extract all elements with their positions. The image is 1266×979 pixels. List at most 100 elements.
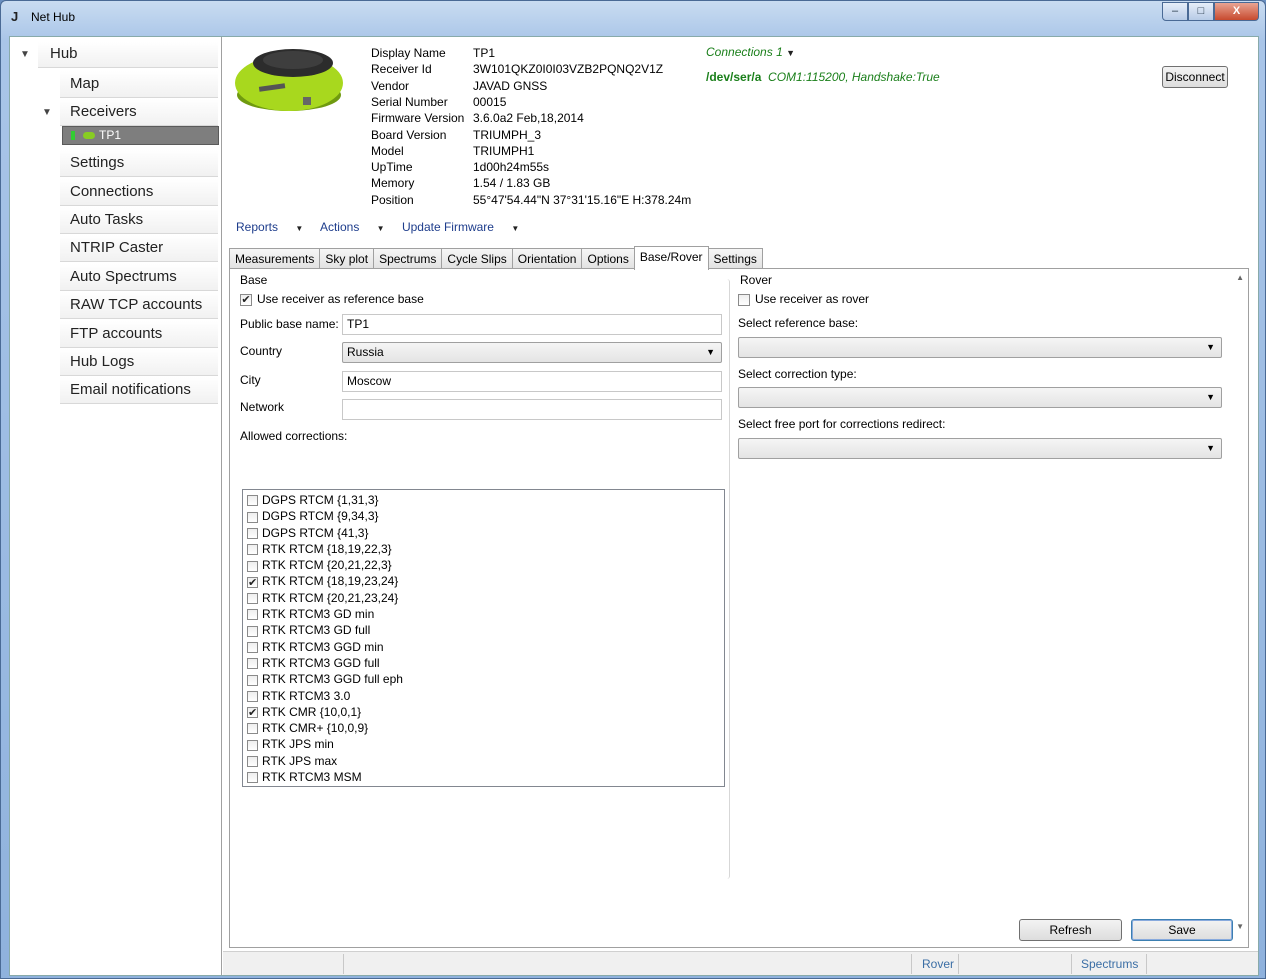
correction-checkbox[interactable] [247,560,258,572]
tab-measurements[interactable]: Measurements [229,248,321,270]
correction-checkbox[interactable] [247,625,258,637]
country-select[interactable]: Russia ▼ [342,342,722,363]
info-label: UpTime [371,160,413,175]
expand-receivers-icon[interactable]: ▼ [42,107,52,118]
connections-dropdown[interactable]: Connections 1 ▼ [706,45,795,59]
list-item[interactable]: DGPS RTCM {1,31,3} [247,492,724,508]
nav-item-auto-spectrums[interactable]: Auto Spectrums [60,264,218,291]
list-item[interactable]: DGPS RTCM {9,34,3} [247,508,724,524]
scroll-down-icon[interactable]: ▼ [1236,922,1244,931]
update-firmware-menu[interactable]: Update Firmware ▼ [402,220,519,234]
receiver-image [235,49,343,111]
minimize-button[interactable]: – [1162,2,1188,21]
disconnect-button[interactable]: Disconnect [1162,66,1228,88]
public-name-input[interactable]: TP1 [342,314,722,335]
tab-spectrums[interactable]: Spectrums [373,248,443,270]
status-rover[interactable]: Rover [922,957,954,971]
use-as-rover-checkbox[interactable] [738,293,750,306]
list-item[interactable]: ✔ RTK CMR {10,0,1} [247,704,724,720]
correction-checkbox[interactable] [247,511,258,523]
correction-checkbox[interactable]: ✔ [247,707,258,719]
list-item[interactable]: RTK RTCM {20,21,23,24} [247,590,724,606]
redirect-port-select[interactable]: ▼ [738,438,1222,459]
correction-checkbox[interactable] [247,690,258,702]
close-button[interactable]: X [1214,2,1259,21]
info-label: Vendor [371,78,410,93]
actions-menu[interactable]: Actions ▼ [320,220,385,234]
nav-item-ftp-accounts[interactable]: FTP accounts [60,321,218,348]
list-item[interactable]: RTK RTCM3 GGD full [247,655,724,671]
list-item[interactable]: RTK RTCM3 GD full [247,622,724,638]
correction-checkbox[interactable] [247,739,258,751]
correction-checkbox[interactable] [247,527,258,539]
country-label: Country [240,344,283,358]
correction-label: RTK RTCM3 GD min [262,607,375,622]
list-item[interactable]: RTK RTCM3 3.0 [247,688,724,704]
use-as-base-option[interactable]: ✔ Use receiver as reference base [240,292,424,306]
list-item[interactable]: RTK RTCM3 GGD min [247,639,724,655]
list-item[interactable]: RTK RTCM3 GGD full eph [247,671,724,687]
nav-item-receivers[interactable]: Receivers [60,99,218,126]
status-spectrums[interactable]: Spectrums [1081,957,1138,971]
public-name-label: Public base name: [240,317,339,331]
correction-label: RTK RTCM3 GGD full eph [262,672,403,687]
list-item[interactable]: ✔ RTK RTCM {18,19,23,24} [247,573,724,589]
reports-menu[interactable]: Reports ▼ [236,220,303,234]
client-area: ▼ Hub Map ▼ Receivers ▶ TP1 Settings Con… [9,36,1259,976]
allowed-corrections-label: Allowed corrections: [240,429,348,443]
correction-label: RTK RTCM {20,21,23,24} [262,590,399,605]
correction-checkbox[interactable]: ✔ [247,576,258,588]
list-item[interactable]: RTK CMR+ {10,0,9} [247,720,724,736]
nav-item-receiver-tp1[interactable]: TP1 [62,126,219,145]
use-as-base-checkbox[interactable]: ✔ [240,293,252,306]
correction-checkbox[interactable] [247,642,258,653]
nav-hub[interactable]: Hub [38,42,218,68]
country-value: Russia [347,345,384,359]
tab-cycle-slips[interactable]: Cycle Slips [441,248,513,270]
tab-base-rover[interactable]: Base/Rover [633,246,709,270]
refresh-button[interactable]: Refresh [1019,919,1122,941]
maximize-button[interactable]: □ [1188,2,1214,21]
update-firmware-menu-label: Update Firmware [401,220,494,234]
tab-orientation[interactable]: Orientation [511,248,583,270]
list-item[interactable]: DGPS RTCM {41,3} [247,525,724,541]
chevron-down-icon: ▼ [1206,392,1215,402]
list-item[interactable]: RTK JPS min [247,736,724,752]
correction-type-select[interactable]: ▼ [738,387,1222,408]
nav-item-ntrip-caster[interactable]: NTRIP Caster [60,235,218,262]
correction-checkbox[interactable] [247,609,258,621]
correction-checkbox[interactable] [247,658,258,670]
correction-checkbox[interactable] [247,593,258,605]
nav-item-settings[interactable]: Settings [60,150,218,177]
correction-checkbox[interactable] [247,756,258,768]
correction-checkbox[interactable] [247,674,258,686]
tab-options[interactable]: Options [581,248,635,270]
scroll-up-icon[interactable]: ▲ [1236,273,1244,282]
correction-checkbox[interactable] [247,772,258,784]
nav-item-raw-tcp-accounts[interactable]: RAW TCP accounts [60,292,218,319]
nav-item-hub-logs[interactable]: Hub Logs [60,349,218,376]
correction-label: RTK JPS min [262,737,334,752]
city-input[interactable]: Moscow [342,371,722,392]
tab-settings[interactable]: Settings [707,248,763,270]
nav-item-connections[interactable]: Connections [60,179,218,206]
list-item[interactable]: RTK RTCM {20,21,22,3} [247,557,724,573]
nav-item-map[interactable]: Map [60,71,218,98]
correction-checkbox[interactable] [247,495,258,507]
list-item[interactable]: RTK RTCM3 MSM [247,769,724,785]
use-as-rover-option[interactable]: Use receiver as rover [738,292,869,306]
nav-item-email-notifications[interactable]: Email notifications [60,377,218,404]
list-item[interactable]: RTK JPS max [247,753,724,769]
save-button[interactable]: Save [1131,919,1233,941]
correction-checkbox[interactable] [247,723,258,735]
chevron-down-icon: ▼ [706,347,715,357]
list-item[interactable]: RTK RTCM {18,19,22,3} [247,541,724,557]
tab-sky-plot[interactable]: Sky plot [319,248,375,270]
network-input[interactable] [342,399,722,420]
nav-item-auto-tasks[interactable]: Auto Tasks [60,207,218,234]
list-item[interactable]: RTK RTCM3 GD min [247,606,724,622]
correction-checkbox[interactable] [247,544,258,556]
status-separator [911,954,912,974]
expand-hub-icon[interactable]: ▼ [20,49,30,60]
reference-base-select[interactable]: ▼ [738,337,1222,358]
